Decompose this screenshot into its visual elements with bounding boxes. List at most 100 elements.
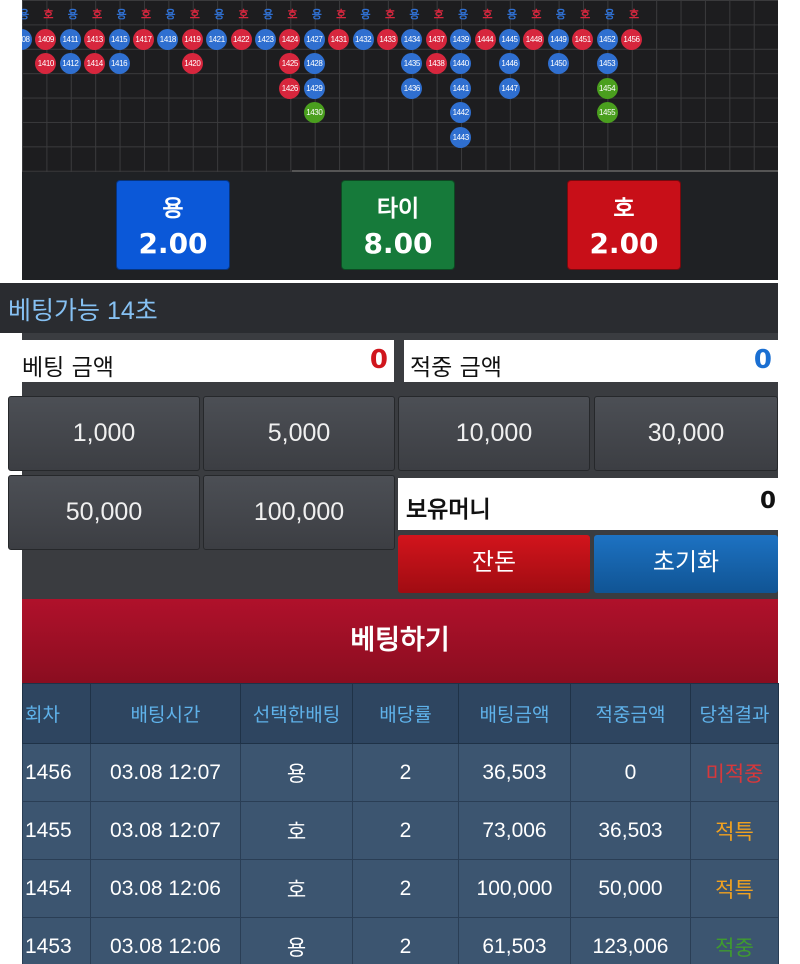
road-bead: 1417	[133, 29, 154, 50]
cell-odds: 2	[352, 743, 459, 802]
col-header-pick: 선택한배팅	[240, 683, 353, 744]
road-bead: 1441	[450, 77, 472, 99]
col-header-odds: 배당률	[352, 683, 459, 744]
cell-odds: 2	[352, 801, 459, 860]
cell-win: 36,503	[570, 801, 691, 860]
road-header-label: 용	[22, 8, 30, 21]
road-header-label: 용	[311, 8, 322, 21]
chip-5000-button[interactable]: 5,000	[203, 396, 395, 471]
table-row: 1453 03.08 12:06 용 2 61,503 123,006 적중	[22, 917, 779, 964]
road-bead: 1453	[596, 53, 618, 75]
road-header-label: 용	[262, 8, 274, 21]
win-amount-value: 0	[753, 345, 772, 375]
road-header-label: 호	[336, 8, 347, 21]
road-header-label: 호	[43, 8, 54, 21]
road-header-label: 호	[92, 8, 103, 21]
dragon-bet-button[interactable]: 용 2.00	[116, 180, 230, 270]
road-bead: 1437	[425, 29, 447, 50]
cell-time: 03.08 12:07	[90, 743, 241, 802]
road-bead: 1443	[450, 126, 472, 148]
road-header-label: 용	[165, 8, 176, 21]
tie-bet-button[interactable]: 타이 8.00	[341, 180, 455, 270]
road-bead: 1445	[499, 29, 520, 50]
cell-odds: 2	[352, 917, 459, 964]
road-header-label: 호	[189, 8, 200, 21]
col-header-bet: 배팅금액	[458, 683, 571, 744]
chip-100000-button[interactable]: 100,000	[203, 475, 395, 550]
tie-label: 타이	[376, 196, 420, 222]
road-header-label: 용	[214, 8, 225, 21]
balance-button[interactable]: 잔돈	[398, 535, 590, 593]
cell-result: 미적중	[690, 743, 779, 802]
road-bead: 1432	[352, 29, 374, 50]
road-header-label: 호	[433, 8, 444, 21]
betting-timer-text: 베팅가능 14초	[8, 297, 158, 325]
bet-amount-field: 베팅 금액 0	[22, 340, 394, 382]
road-bead: 1419	[181, 29, 203, 50]
reset-button[interactable]: 초기화	[594, 535, 778, 593]
road-bead: 1427	[303, 29, 325, 50]
app-root: 용호용호용호용호용호용호용호용호용호용호용호용호용호 1408140914101…	[0, 0, 800, 964]
holding-money-field: 보유머니 0	[398, 478, 778, 530]
cell-win: 0	[570, 743, 691, 802]
road-header-label: 용	[360, 8, 371, 21]
road-header-label: 호	[628, 8, 640, 21]
tiger-bet-button[interactable]: 호 2.00	[567, 180, 681, 270]
betting-timer-bar: 베팅가능 14초	[0, 283, 778, 333]
cell-pick: 호	[240, 801, 353, 860]
road-header-label: 호	[580, 8, 591, 21]
table-row: 1456 03.08 12:07 용 2 36,503 0 미적중	[22, 743, 779, 802]
cell-pick: 용	[240, 743, 353, 802]
road-header-label: 호	[238, 8, 249, 21]
cell-bet: 100,000	[458, 859, 571, 918]
cell-round: 1456	[22, 743, 91, 802]
road-header-label: 호	[482, 8, 493, 21]
tie-odds: 8.00	[363, 227, 433, 260]
cell-round: 1454	[22, 859, 91, 918]
road-header-label: 용	[67, 8, 78, 21]
road-bead: 1423	[255, 29, 276, 50]
cell-result: 적중	[690, 917, 779, 964]
col-header-result: 당첨결과	[690, 683, 779, 744]
road-header-label: 호	[140, 8, 152, 21]
road-header-label: 호	[531, 8, 542, 21]
road-bead: 1447	[499, 77, 520, 99]
table-header-row: 회차 배팅시간 선택한배팅 배당률 배팅금액 적중금액 당첨결과	[22, 683, 779, 744]
cell-win: 123,006	[570, 917, 691, 964]
road-header-label: 용	[458, 8, 469, 21]
cell-pick: 호	[240, 859, 353, 918]
table-row: 1454 03.08 12:06 호 2 100,000 50,000 적특	[22, 859, 779, 918]
chip-1000-button[interactable]: 1,000	[8, 396, 200, 471]
col-header-time: 배팅시간	[90, 683, 241, 744]
cell-time: 03.08 12:06	[90, 859, 241, 918]
place-bet-button[interactable]: 베팅하기	[22, 599, 778, 683]
cell-bet: 73,006	[458, 801, 571, 860]
table-body: 1456 03.08 12:07 용 2 36,503 0 미적중 1455 03.08 12:…	[22, 743, 779, 964]
road-bead: 1422	[230, 29, 252, 50]
cell-win: 50,000	[570, 859, 691, 918]
bet-amount-value: 0	[369, 345, 388, 375]
col-header-round: 회차	[22, 683, 91, 744]
road-bead: 1433	[377, 29, 398, 50]
road-header-label: 용	[116, 8, 127, 21]
road-header-label: 용	[506, 8, 518, 21]
chip-50000-button[interactable]: 50,000	[8, 475, 200, 550]
chip-10000-button[interactable]: 10,000	[398, 396, 590, 471]
cell-round: 1453	[22, 917, 91, 964]
bet-history-table: 회차 배팅시간 선택한배팅 배당률 배팅금액 적중금액 당첨결과 1456 03.…	[22, 683, 779, 964]
chip-30000-button[interactable]: 30,000	[594, 396, 778, 471]
cell-pick: 용	[240, 917, 353, 964]
road-header: 용호용호용호용호용호용호용호용호용호용호용호용호용호	[22, 0, 778, 26]
road-bead: 1454	[596, 77, 618, 99]
road-header-label: 호	[384, 8, 396, 21]
road-bead: 1415	[108, 29, 130, 50]
cell-time: 03.08 12:07	[90, 801, 241, 860]
cell-time: 03.08 12:06	[90, 917, 241, 964]
holding-money-label: 보유머니	[406, 497, 491, 523]
dragon-odds: 2.00	[138, 227, 208, 260]
road-bead: 1429	[303, 77, 325, 99]
cell-bet: 36,503	[458, 743, 571, 802]
col-header-win: 적중금액	[570, 683, 691, 744]
road-bead: 1456	[621, 29, 642, 50]
dragon-label: 용	[162, 196, 184, 222]
